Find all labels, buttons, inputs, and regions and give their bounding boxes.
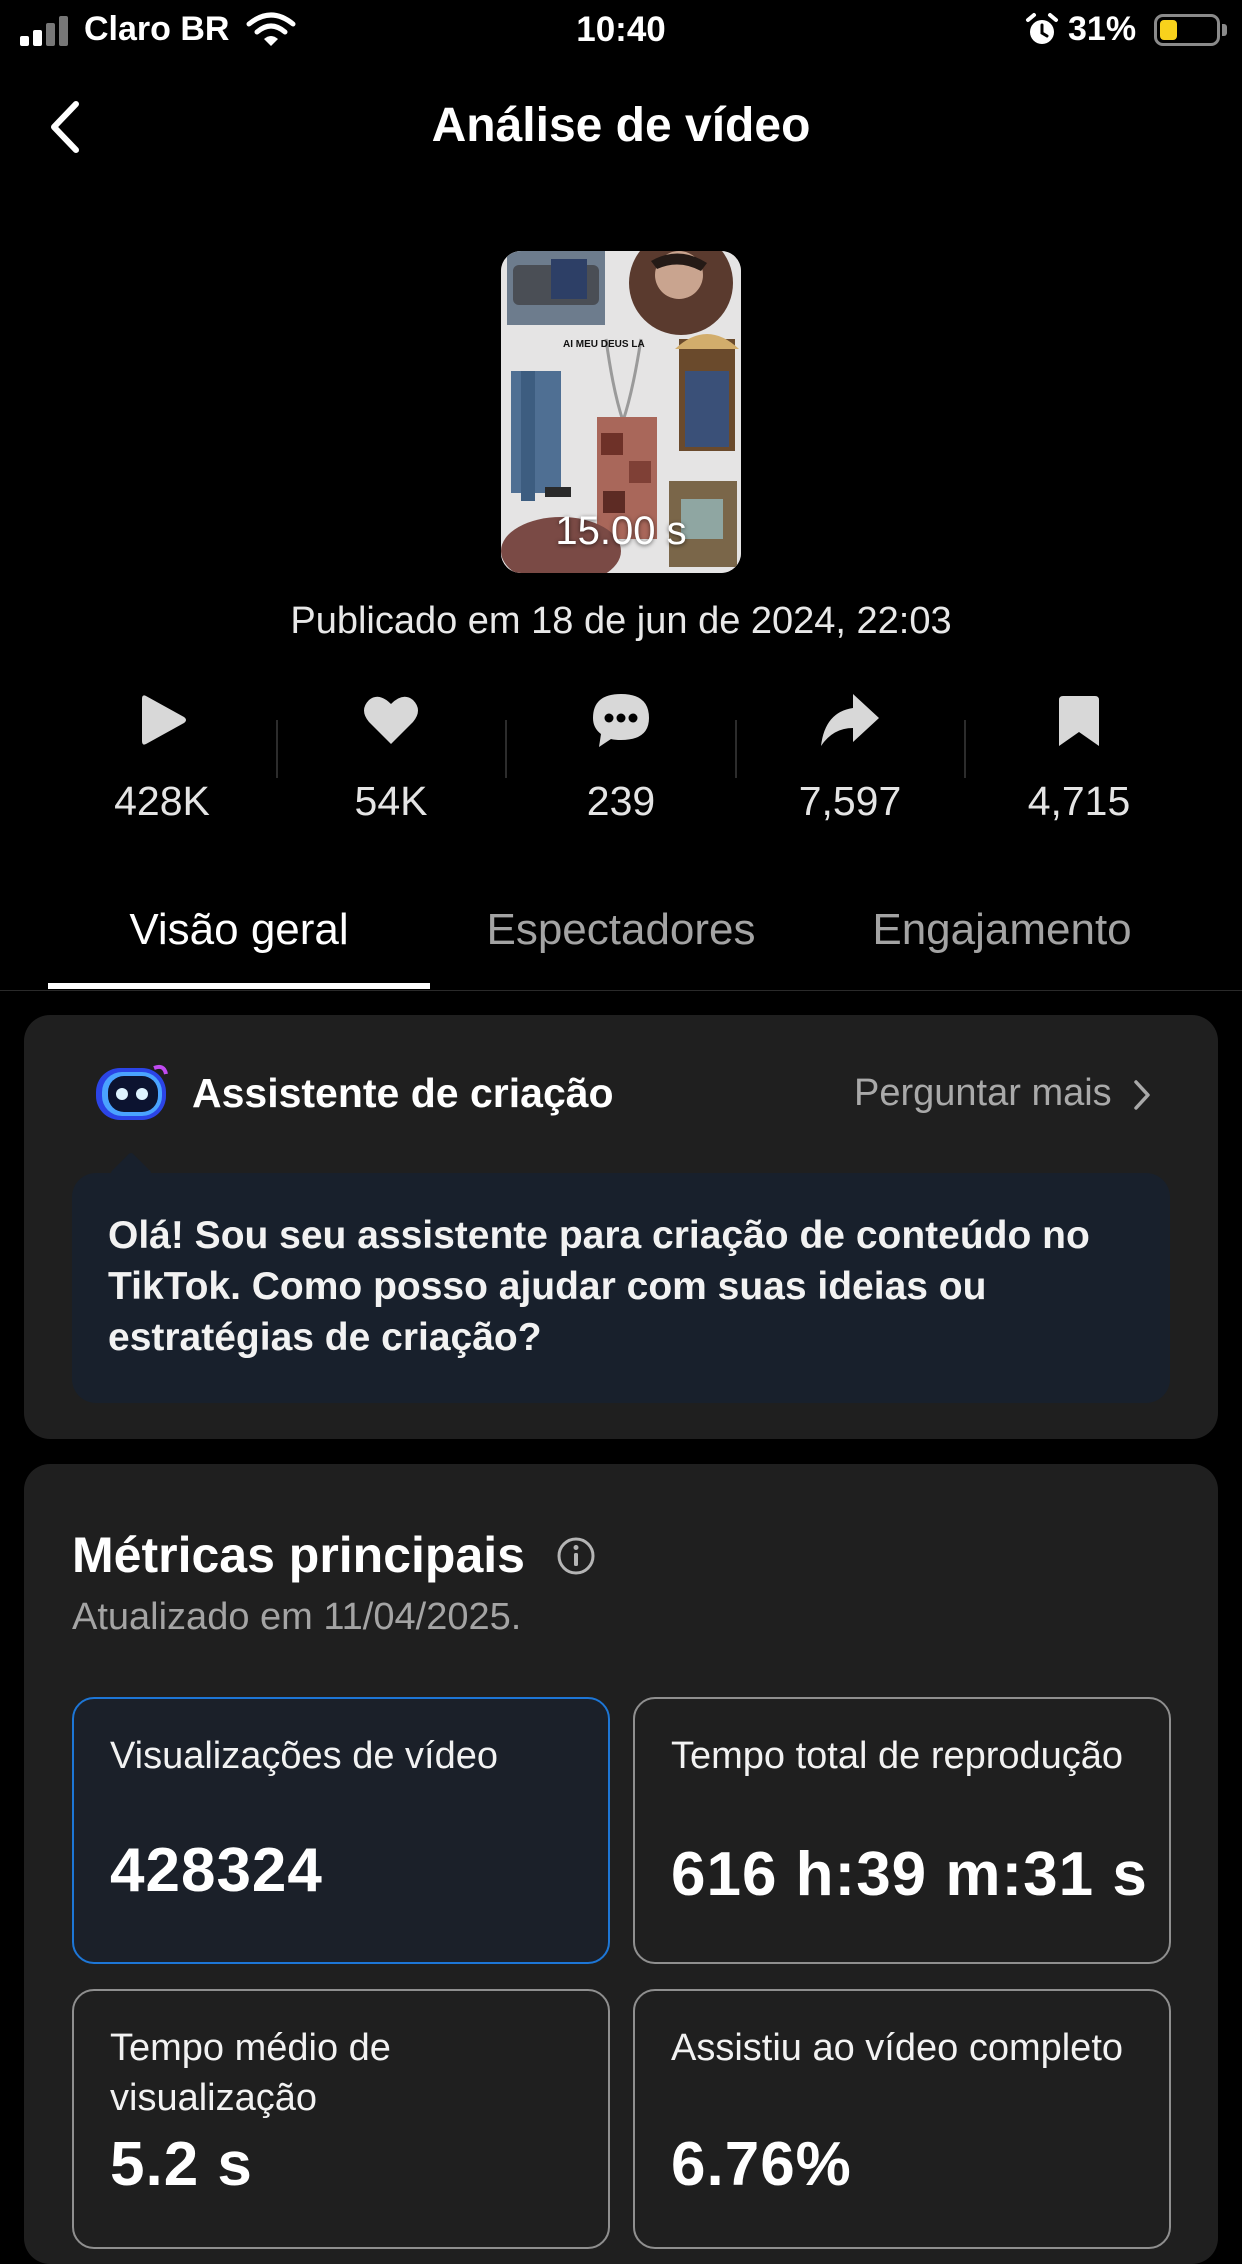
stat-value: 428K xyxy=(114,778,210,824)
metric-card-total-play-time[interactable]: Tempo total de reprodução 616 h:39 m:31 … xyxy=(633,1697,1171,1964)
active-tab-indicator xyxy=(48,983,430,989)
play-icon xyxy=(142,695,186,745)
metric-value: 428324 xyxy=(110,1836,323,1905)
metric-label: Assistiu ao vídeo completo xyxy=(671,2027,1124,2069)
metric-card-video-views[interactable]: Visualizações de vídeo 428324 xyxy=(72,1697,610,1964)
stat-views: 428K xyxy=(47,690,277,825)
battery-tip xyxy=(1222,24,1227,36)
assistant-message: Olá! Sou seu assistente para criação de … xyxy=(108,1214,1090,1359)
video-thumbnail[interactable]: AI MEU DEUS LA 15.00 s xyxy=(501,251,741,573)
stat-value: 7,597 xyxy=(798,778,902,824)
share-icon xyxy=(821,694,879,746)
metrics-updated: Atualizado em 11/04/2025. xyxy=(72,1596,522,1638)
tab-divider xyxy=(0,990,1242,991)
metric-value: 6.76% xyxy=(671,2130,852,2199)
metric-value: 5.2 s xyxy=(110,2130,253,2199)
status-bar: Claro BR 10:40 31% xyxy=(0,0,1242,64)
stat-value: 4,715 xyxy=(1027,778,1131,824)
metrics-title: Métricas principais xyxy=(72,1527,525,1583)
battery-percent: 31% xyxy=(1068,10,1137,48)
assistant-robot-icon xyxy=(96,1064,168,1120)
stat-shares: 7,597 xyxy=(735,690,965,825)
stat-likes: 54K xyxy=(276,690,506,825)
page-title: Análise de vídeo xyxy=(431,99,811,152)
info-icon[interactable] xyxy=(556,1536,596,1576)
stat-value: 54K xyxy=(354,778,428,824)
metric-label: Tempo total de reprodução xyxy=(671,1735,1124,1777)
stat-comments: 239 xyxy=(506,690,736,825)
ask-more-link[interactable]: Perguntar mais xyxy=(854,1072,1112,1115)
battery-fill xyxy=(1160,20,1177,40)
metric-label: Tempo médio de visualização xyxy=(110,2027,391,2119)
battery-icon xyxy=(1154,14,1220,46)
metric-card-watched-full[interactable]: Assistiu ao vídeo completo 6.76% xyxy=(633,1989,1171,2249)
assistant-title: Assistente de criação xyxy=(192,1070,614,1116)
metric-value: 616 h:39 m:31 s xyxy=(671,1840,1148,1909)
tab-viewers[interactable]: Espectadores xyxy=(440,905,802,955)
stat-value: 239 xyxy=(586,778,656,824)
stat-favorites: 4,715 xyxy=(964,690,1194,825)
chevron-right-icon[interactable] xyxy=(1132,1078,1152,1112)
tab-engagement[interactable]: Engajamento xyxy=(812,905,1192,955)
alarm-icon xyxy=(1026,13,1058,44)
heart-icon xyxy=(364,696,418,744)
metric-label: Visualizações de vídeo xyxy=(110,1735,498,1777)
tab-overview[interactable]: Visão geral xyxy=(48,905,430,955)
thumbnail-caption: AI MEU DEUS LA xyxy=(563,339,645,350)
video-duration: 15.00 s xyxy=(555,509,687,553)
metric-card-avg-watch-time[interactable]: Tempo médio de visualização 5.2 s xyxy=(72,1989,610,2249)
comment-icon xyxy=(593,694,649,747)
publish-date: Publicado em 18 de jun de 2024, 22:03 xyxy=(290,600,952,642)
bookmark-icon xyxy=(1059,696,1099,746)
